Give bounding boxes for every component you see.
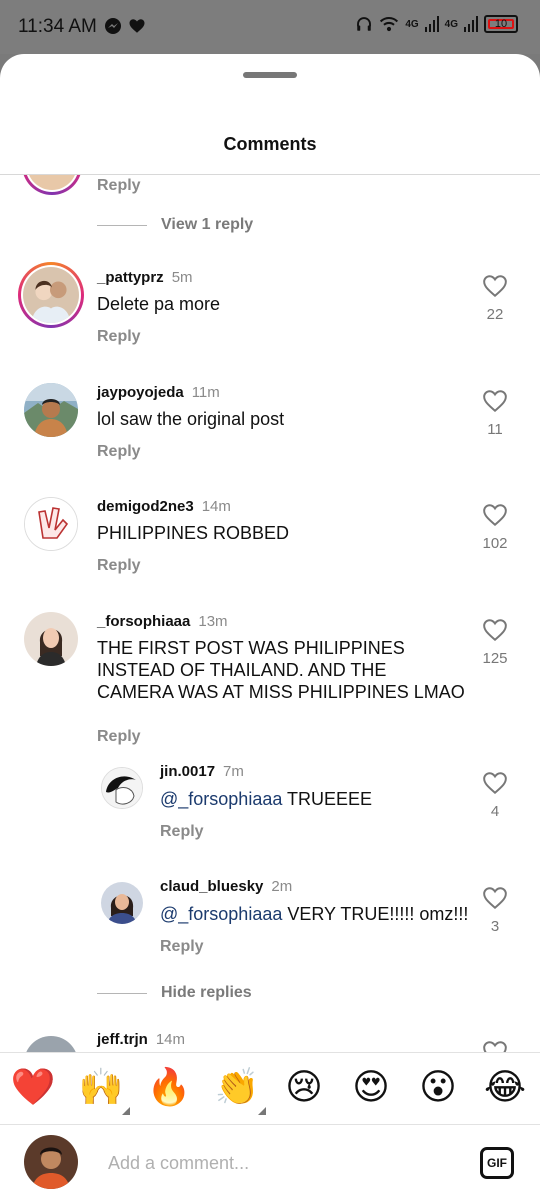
red-heart-emoji[interactable]: ❤️ — [10, 1065, 56, 1111]
battery-level: 10 — [494, 18, 508, 30]
reply-body: VERY TRUE!!!!! omz!!! — [282, 904, 469, 924]
comment-text: Delete pa more — [97, 294, 221, 314]
view-replies-button[interactable]: View 1 reply — [97, 216, 253, 234]
comment-time: 13m — [198, 613, 228, 630]
my-avatar — [24, 1135, 78, 1189]
avatar[interactable] — [24, 1036, 78, 1052]
comments-sheet: Comments Reply View 1 reply _pattyprz 5m — [0, 54, 540, 1200]
comment-item: jeff.trjn 14m — [0, 1030, 540, 1052]
reply-button[interactable]: Reply — [97, 443, 141, 461]
comment-item: _pattyprz 5m Delete pa more Reply 22 — [0, 262, 540, 362]
avatar[interactable] — [24, 612, 78, 666]
drag-handle[interactable] — [243, 72, 297, 78]
comment-composer: Add a comment... GIF — [0, 1124, 540, 1200]
status-bar: 11:34 AM 4G 4G 10 — [0, 0, 540, 54]
reply-button[interactable]: Reply — [97, 177, 141, 195]
avatar[interactable] — [24, 383, 78, 437]
like-count: 4 — [490, 803, 500, 820]
like-count: 3 — [490, 918, 500, 935]
clapping-hands-emoji[interactable]: 👏 — [214, 1065, 266, 1115]
comment-time: 7m — [223, 763, 244, 780]
like-count: 22 — [486, 306, 504, 323]
comment-text: @_forsophiaaa TRUEEEE — [160, 788, 460, 810]
mention-link[interactable]: @_forsophiaaa — [160, 904, 282, 924]
comment-username[interactable]: demigod2ne3 — [97, 498, 194, 515]
gif-button[interactable]: GIF — [480, 1147, 514, 1179]
comment-list[interactable]: Reply View 1 reply _pattyprz 5m Delete pa… — [0, 175, 540, 1052]
comment-text: lol saw the original post — [97, 409, 285, 429]
network-type-2: 4G — [444, 18, 458, 30]
wifi-icon — [380, 17, 399, 32]
like-heart-icon[interactable] — [482, 771, 508, 795]
comment-input[interactable]: Add a comment... — [108, 1153, 249, 1174]
comment-username[interactable]: _forsophiaaa — [97, 613, 190, 630]
avatar[interactable] — [24, 497, 78, 551]
hide-replies-label: Hide replies — [161, 984, 252, 1001]
comment-text: @_forsophiaaa VERY TRUE!!!!! omz!!! — [160, 903, 470, 925]
comment-item: demigod2ne3 14m PHILIPPINES ROBBED Reply … — [0, 491, 540, 591]
reply-button[interactable]: Reply — [97, 328, 141, 346]
sheet-title: Comments — [223, 134, 317, 154]
reply-button[interactable]: Reply — [97, 728, 141, 746]
like-heart-icon[interactable] — [482, 886, 508, 910]
like-heart-icon[interactable] — [482, 1040, 508, 1052]
tears-of-joy-emoji[interactable]: 😂 — [482, 1065, 528, 1111]
emoji-quick-bar: ❤️ 🙌 🔥 👏 😢 😍 😮 😂 — [0, 1052, 540, 1124]
comment-username[interactable]: claud_bluesky — [160, 878, 263, 895]
reply-item: claud_bluesky 2m @_forsophiaaa VERY TRUE!… — [0, 878, 540, 978]
heart-status-icon — [129, 19, 145, 33]
comment-time: 5m — [171, 269, 193, 286]
battery-icon: 10 — [484, 15, 518, 33]
headphones-icon — [357, 17, 372, 31]
comment-time: 2m — [271, 878, 293, 895]
comment-text: THE FIRST POST WAS PHILIPPINES INSTEAD O… — [97, 638, 465, 702]
crying-face-emoji[interactable]: 😢 — [281, 1065, 327, 1111]
heart-eyes-emoji[interactable]: 😍 — [348, 1065, 394, 1111]
like-heart-icon[interactable] — [482, 618, 508, 642]
reply-button[interactable]: Reply — [97, 557, 141, 575]
view-replies-label: View 1 reply — [161, 216, 254, 233]
like-heart-icon[interactable] — [482, 503, 508, 527]
comment-username[interactable]: jin.0017 — [160, 763, 215, 780]
comment-username[interactable]: _pattyprz — [97, 269, 164, 286]
avatar-story-ring[interactable] — [18, 262, 84, 328]
like-count: 102 — [482, 535, 508, 552]
like-heart-icon[interactable] — [482, 274, 508, 298]
avatar-story-ring[interactable] — [22, 175, 82, 195]
avatar[interactable] — [101, 882, 143, 924]
comment-time: 11m — [191, 384, 220, 401]
messenger-icon — [105, 18, 121, 34]
reply-item: jin.0017 7m @_forsophiaaa TRUEEEE Reply 4 — [0, 763, 540, 863]
like-count: 125 — [482, 650, 508, 667]
signal-icon-2 — [464, 16, 478, 32]
comment-time: 14m — [155, 1031, 186, 1048]
like-count: 11 — [487, 421, 503, 438]
reply-body: TRUEEEE — [282, 789, 373, 809]
comment-time: 14m — [201, 498, 231, 515]
avatar[interactable] — [101, 767, 143, 809]
reply-button[interactable]: Reply — [160, 938, 204, 956]
like-heart-icon[interactable] — [482, 389, 508, 413]
comment-username[interactable]: jaypoyojeda — [97, 384, 184, 401]
comment-text: PHILIPPINES ROBBED — [97, 523, 290, 543]
fire-emoji[interactable]: 🔥 — [146, 1065, 192, 1111]
reply-button[interactable]: Reply — [160, 823, 204, 841]
network-type-1: 4G — [405, 18, 419, 30]
avatar — [23, 267, 79, 323]
comment-item: _forsophiaaa 13m THE FIRST POST WAS PHILI… — [0, 606, 540, 756]
raising-hands-emoji[interactable]: 🙌 — [78, 1065, 130, 1115]
hide-replies-button[interactable]: Hide replies — [97, 984, 252, 1002]
comment-username[interactable]: jeff.trjn — [97, 1031, 148, 1048]
comment-item: jaypoyojeda 11m lol saw the original post… — [0, 377, 540, 477]
open-mouth-emoji[interactable]: 😮 — [415, 1065, 461, 1111]
signal-icon-1 — [424, 16, 439, 32]
mention-link[interactable]: @_forsophiaaa — [160, 789, 282, 809]
status-time: 11:34 AM — [18, 16, 97, 37]
